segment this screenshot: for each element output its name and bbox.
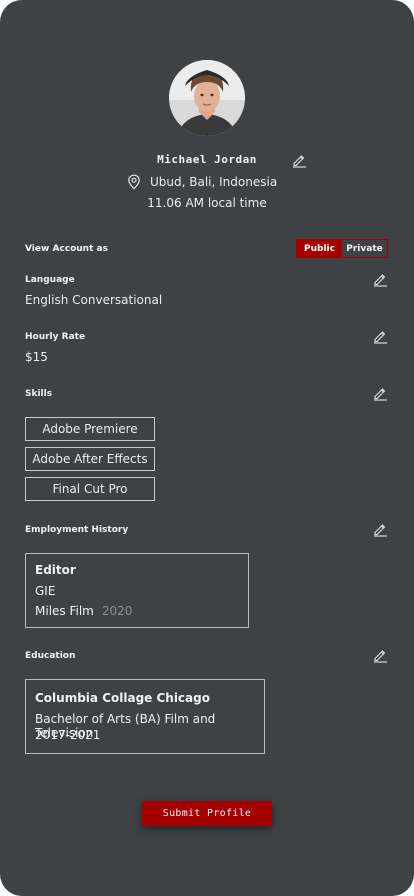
submit-profile-button[interactable]: Submit Profile: [142, 801, 272, 826]
skill-chip[interactable]: Adobe After Effects: [25, 447, 155, 471]
skills-label: Skills: [25, 389, 53, 399]
language-label: Language: [25, 275, 75, 285]
visibility-toggle[interactable]: Public Private: [296, 239, 388, 258]
education-school: Columbia Collage Chicago: [35, 691, 210, 705]
job-client: Miles Film: [35, 604, 94, 618]
pencil-edit-icon: [374, 388, 387, 401]
toggle-public[interactable]: Public: [297, 240, 342, 257]
employment-label: Employment History: [25, 525, 129, 535]
pencil-edit-icon: [374, 650, 387, 663]
hourly-rate-label: Hourly Rate: [25, 332, 86, 342]
location-pin-icon: [128, 174, 140, 190]
view-account-label: View Account as: [25, 244, 108, 254]
job-client-row: Miles Film 2020: [35, 604, 132, 618]
pencil-edit-icon: [374, 331, 387, 344]
local-time: 11.06 AM local time: [147, 196, 267, 210]
edit-language-button[interactable]: [372, 271, 388, 287]
profile-name: Michael Jordan: [157, 153, 257, 166]
avatar[interactable]: [169, 60, 245, 136]
education-years: 2017-2021: [35, 728, 101, 742]
job-company: GIE: [35, 584, 56, 598]
skill-chip[interactable]: Adobe Premiere: [25, 417, 155, 441]
hourly-rate-value: $15: [25, 350, 48, 364]
education-card: Columbia Collage Chicago Bachelor of Art…: [25, 679, 265, 754]
profile-screen: Michael Jordan Ubud, Bali, Indonesia 11.…: [0, 0, 414, 896]
skill-chip[interactable]: Final Cut Pro: [25, 477, 155, 501]
language-value: English Conversational: [25, 293, 163, 307]
avatar-photo: [169, 60, 245, 136]
education-label: Education: [25, 651, 76, 661]
employment-card: Editor GIE Miles Film 2020: [25, 553, 249, 628]
edit-name-button[interactable]: [291, 152, 307, 168]
location-text: Ubud, Bali, Indonesia: [150, 175, 278, 189]
edit-hourly-rate-button[interactable]: [372, 328, 388, 344]
pencil-edit-icon: [374, 274, 387, 287]
edit-skills-button[interactable]: [372, 385, 388, 401]
toggle-private[interactable]: Private: [342, 240, 387, 257]
pencil-edit-icon: [374, 524, 387, 537]
job-year: 2020: [101, 604, 133, 618]
edit-employment-button[interactable]: [372, 521, 388, 537]
location-row: Ubud, Bali, Indonesia: [127, 174, 277, 190]
pencil-edit-icon: [293, 155, 306, 168]
job-title: Editor: [35, 563, 76, 577]
edit-education-button[interactable]: [372, 647, 388, 663]
